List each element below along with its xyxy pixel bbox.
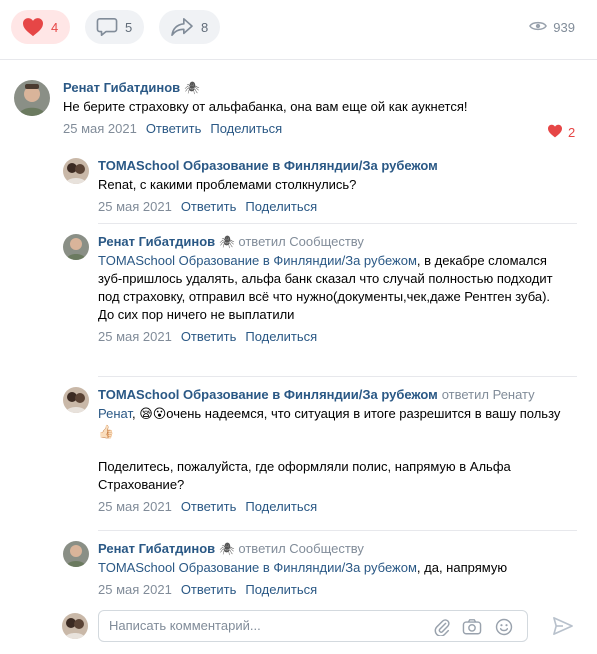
comment-text: TOMASchool Образование в Финляндии/За ру… bbox=[98, 559, 573, 577]
avatar[interactable] bbox=[63, 234, 89, 260]
comment-meta: 25 мая 2021 Ответить Поделиться bbox=[98, 582, 573, 597]
comment-meta: 25 мая 2021 Ответить Поделиться bbox=[63, 121, 468, 136]
heart-icon bbox=[547, 124, 563, 141]
send-icon[interactable] bbox=[552, 616, 574, 639]
divider bbox=[98, 376, 577, 377]
comment-date[interactable]: 25 мая 2021 bbox=[63, 121, 137, 136]
comment-author[interactable]: Ренат Гибатдинов bbox=[98, 541, 215, 556]
comment-meta: 25 мая 2021 Ответить Поделиться bbox=[98, 329, 568, 344]
share-link[interactable]: Поделиться bbox=[210, 121, 282, 136]
share-count: 8 bbox=[201, 19, 209, 35]
comment-meta: 25 мая 2021 Ответить Поделиться bbox=[98, 499, 573, 514]
divider bbox=[98, 530, 577, 531]
comment-composer bbox=[62, 609, 582, 645]
comment-meta: 25 мая 2021 Ответить Поделиться bbox=[98, 199, 438, 214]
spider-icon: 🕷 bbox=[219, 235, 235, 249]
comment-text-body: , да, напрямую bbox=[416, 560, 508, 575]
comment-date[interactable]: 25 мая 2021 bbox=[98, 499, 172, 514]
comment-text: Ренат, 😪😮очень надеемся, что ситуация в … bbox=[98, 405, 573, 441]
eye-icon bbox=[529, 20, 548, 35]
comment-input-box[interactable] bbox=[98, 610, 528, 642]
spider-icon: 🕷 bbox=[184, 81, 200, 95]
share-icon bbox=[170, 17, 194, 37]
reply-link[interactable]: Ответить bbox=[181, 582, 237, 597]
comment-input[interactable] bbox=[109, 618, 429, 633]
comment-date[interactable]: 25 мая 2021 bbox=[98, 199, 172, 214]
comment-icon bbox=[96, 17, 118, 37]
comment-text-body: , 😪😮очень надеемся, что ситуация в итоге… bbox=[98, 406, 561, 439]
comment-text: Renat, с какими проблемами столкнулись? bbox=[98, 177, 357, 192]
comment-author[interactable]: TOMASchool Образование в Финляндии/За ру… bbox=[98, 158, 438, 173]
comments-button[interactable]: 5 bbox=[85, 10, 145, 44]
avatar[interactable] bbox=[63, 158, 89, 184]
heart-icon bbox=[22, 17, 44, 37]
comment-date[interactable]: 25 мая 2021 bbox=[98, 329, 172, 344]
reply-link[interactable]: Ответить bbox=[181, 499, 237, 514]
emoji-icon[interactable] bbox=[495, 618, 513, 639]
comment-count: 5 bbox=[125, 19, 133, 35]
reply-link[interactable]: Ответить bbox=[181, 199, 237, 214]
share-link[interactable]: Поделиться bbox=[245, 582, 317, 597]
share-button[interactable]: 8 bbox=[159, 10, 221, 44]
comment-text: TOMASchool Образование в Финляндии/За ру… bbox=[98, 252, 568, 324]
separator bbox=[0, 59, 597, 60]
comment-text-paragraph: Поделитесь, пожалуйста, где оформляли по… bbox=[98, 459, 511, 492]
views-count: 939 bbox=[553, 20, 575, 35]
mention-link[interactable]: TOMASchool Образование в Финляндии/За ру… bbox=[98, 253, 417, 268]
attach-icon[interactable] bbox=[433, 618, 451, 639]
post-reactions-bar: 4 5 8 939 bbox=[0, 0, 597, 56]
reply-link[interactable]: Ответить bbox=[181, 329, 237, 344]
comment-author[interactable]: TOMASchool Образование в Финляндии/За ру… bbox=[98, 387, 438, 402]
comment-text: Не берите страховку от альфабанка, она в… bbox=[63, 99, 468, 114]
avatar[interactable] bbox=[62, 613, 88, 639]
share-link[interactable]: Поделиться bbox=[245, 199, 317, 214]
share-link[interactable]: Поделиться bbox=[245, 329, 317, 344]
views-counter: 939 bbox=[529, 20, 575, 35]
like-count: 4 bbox=[51, 19, 59, 35]
like-button[interactable]: 4 bbox=[11, 10, 71, 44]
comment-like-button[interactable]: 2 bbox=[547, 124, 575, 141]
divider bbox=[98, 223, 577, 224]
comment-date[interactable]: 25 мая 2021 bbox=[98, 582, 172, 597]
camera-icon[interactable] bbox=[462, 618, 482, 639]
share-link[interactable]: Поделиться bbox=[245, 499, 317, 514]
replied-to: ответил Сообществу bbox=[238, 234, 364, 249]
avatar[interactable] bbox=[63, 541, 89, 567]
mention-link[interactable]: Ренат bbox=[98, 406, 132, 421]
avatar[interactable] bbox=[14, 80, 50, 116]
reply-link[interactable]: Ответить bbox=[146, 121, 202, 136]
spider-icon: 🕷 bbox=[219, 542, 235, 556]
comment-author[interactable]: Ренат Гибатдинов bbox=[98, 234, 215, 249]
comment-like-count: 2 bbox=[568, 125, 576, 140]
comment-author[interactable]: Ренат Гибатдинов bbox=[63, 80, 180, 95]
avatar[interactable] bbox=[63, 387, 89, 413]
mention-link[interactable]: TOMASchool Образование в Финляндии/За ру… bbox=[98, 560, 417, 575]
replied-to: ответил Сообществу bbox=[238, 541, 364, 556]
replied-to: ответил Ренату bbox=[441, 387, 535, 402]
